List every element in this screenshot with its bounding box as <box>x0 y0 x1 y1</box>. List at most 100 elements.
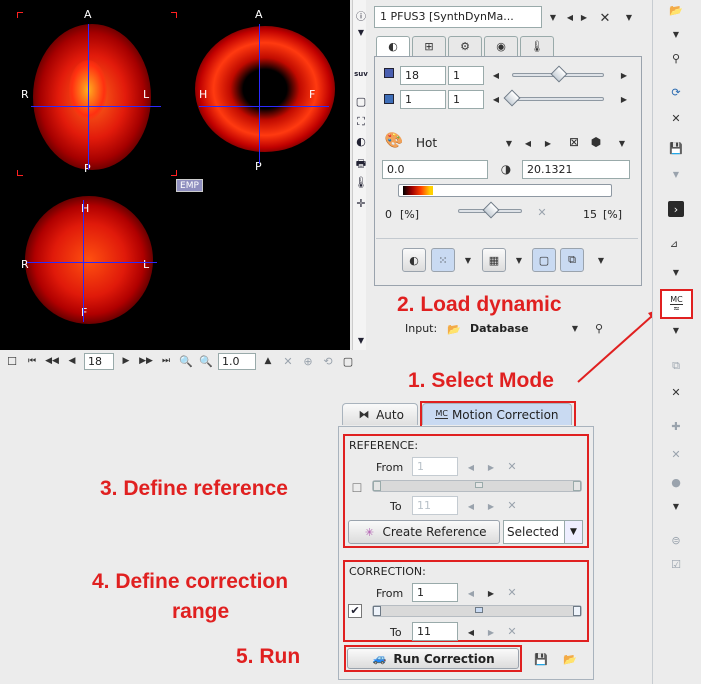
layers-icon[interactable]: ⧉ <box>668 358 684 374</box>
save-icon[interactable]: 💾 <box>668 140 684 156</box>
slice-step-input[interactable]: 1 <box>448 66 484 85</box>
chevron-down-icon[interactable]: ▼ <box>621 9 637 25</box>
crosshair-icon[interactable]: ✛ <box>353 197 369 210</box>
filter-button[interactable]: ⧉ <box>560 248 584 272</box>
frame-slider[interactable] <box>512 97 604 101</box>
suv-icon[interactable]: suv <box>353 70 369 78</box>
close-icon[interactable]: ✕ <box>597 10 613 26</box>
image-viewer[interactable]: A P R L A P H F H F R L EMP <box>0 0 350 350</box>
run-correction-button[interactable]: 🚙 Run Correction <box>347 648 519 669</box>
zoom-input[interactable]: 1.0 <box>218 352 256 370</box>
tab-thermometer[interactable]: 🌡 <box>520 36 554 56</box>
chevron-down-icon[interactable]: ▼ <box>593 252 609 268</box>
correction-range-handle-low[interactable] <box>373 606 381 616</box>
stamp-icon[interactable]: ⊜ <box>668 532 684 548</box>
triangle-up-icon[interactable]: ▲ <box>260 353 276 369</box>
remove-icon[interactable]: ✕ <box>668 446 684 462</box>
colormap-dropdown-icon[interactable]: ▼ <box>501 135 517 151</box>
reset-icon[interactable]: ⟲ <box>320 353 336 369</box>
max-value-input[interactable]: 20.1321 <box>522 160 630 179</box>
check-icon[interactable]: ☑ <box>668 556 684 572</box>
correction-range-handle-high[interactable] <box>573 606 581 616</box>
correction-to-input[interactable]: 11 <box>412 622 458 641</box>
tab-tools[interactable]: ⚙ <box>448 36 482 56</box>
image-icon[interactable]: ▢ <box>353 95 369 108</box>
reference-checkbox[interactable]: ☐ <box>349 480 365 496</box>
checkbox-icon[interactable]: ☐ <box>4 353 20 369</box>
print-icon[interactable]: 🖶 <box>353 155 369 174</box>
clear-icon[interactable]: ✕ <box>504 584 520 600</box>
roi-button[interactable]: ▢ <box>532 248 556 272</box>
pin-icon[interactable]: ⊕ <box>300 353 316 369</box>
thermometer-icon[interactable]: 🌡 <box>353 176 369 189</box>
prev-icon[interactable]: ◀ <box>463 498 479 514</box>
clear-icon[interactable]: ✕ <box>504 497 520 513</box>
motion-correction-mode-button[interactable]: MC ≈ <box>660 289 693 319</box>
min-value-input[interactable]: 0.0 <box>382 160 488 179</box>
reference-range-handle-high[interactable] <box>573 481 581 491</box>
contrast-icon[interactable]: ◐ <box>353 135 369 148</box>
viewer-scrollbar[interactable]: ⓘ ▼ suv ▢ ⛶ ◐ 🖶 🌡 ✛ ▼ <box>352 0 369 350</box>
next-icon[interactable]: ▶ <box>483 624 499 640</box>
correction-from-input[interactable]: 1 <box>412 583 458 602</box>
chevron-down-icon[interactable]: ▼ <box>668 26 684 42</box>
next-frame-icon[interactable]: ▶ <box>616 91 632 107</box>
input-source[interactable]: Database <box>470 322 529 335</box>
pin-icon[interactable]: ⚲ <box>591 320 607 336</box>
sync-icon[interactable]: ⟳ <box>668 84 684 100</box>
folder-open-icon[interactable]: 📂 <box>562 651 578 667</box>
first-frame-icon[interactable]: ⏮ <box>24 353 40 369</box>
prev-frame-icon[interactable]: ◀ <box>488 91 504 107</box>
next-icon[interactable]: ▶ <box>118 353 134 369</box>
scroll-down-icon[interactable]: ▼ <box>353 336 369 345</box>
info-icon[interactable]: ⓘ <box>353 8 369 23</box>
reference-range-thumb[interactable] <box>475 482 483 488</box>
pattern-icon[interactable]: ⊠ <box>566 134 582 150</box>
next-icon[interactable]: ▶ <box>483 498 499 514</box>
sagittal-view[interactable]: A P H F <box>185 10 350 180</box>
chevron-down-icon[interactable]: ▼ <box>668 166 684 182</box>
frame-input[interactable]: 18 <box>84 352 114 370</box>
reference-to-input[interactable]: 11 <box>412 496 458 515</box>
prev-icon[interactable]: ◀ <box>64 353 80 369</box>
dropdown-arrow-icon[interactable]: ▼ <box>545 9 561 25</box>
chevron-down-icon[interactable]: ▼ <box>668 264 684 280</box>
next-slice-icon[interactable]: ▶ <box>616 67 632 83</box>
clear-icon[interactable]: ✕ <box>534 204 550 220</box>
tab-signal[interactable]: ◉ <box>484 36 518 56</box>
chevron-down-icon[interactable]: ▼ <box>353 28 369 37</box>
next-colormap-icon[interactable]: ▶ <box>540 135 556 151</box>
chevron-down-icon[interactable]: ▼ <box>511 252 527 268</box>
tab-contrast[interactable]: ◐ <box>376 36 410 56</box>
clear-icon[interactable]: ✕ <box>504 458 520 474</box>
prev-colormap-icon[interactable]: ◀ <box>520 135 536 151</box>
slice-input[interactable]: 18 <box>400 66 446 85</box>
next-icon[interactable]: ▶ <box>483 459 499 475</box>
prev-slice-icon[interactable]: ◀ <box>488 67 504 83</box>
prev-icon[interactable]: ◀ <box>463 459 479 475</box>
next-dataset-icon[interactable]: ▶ <box>576 9 592 25</box>
layout-icon[interactable]: ▢ <box>340 353 356 369</box>
create-reference-button[interactable]: ✳ Create Reference <box>348 520 500 544</box>
terminal-icon[interactable]: › <box>668 201 684 217</box>
range-lock-icon[interactable]: ◑ <box>498 161 514 177</box>
next-icon[interactable]: ▶ <box>483 585 499 601</box>
reference-mode-select[interactable]: Selected ▼ <box>503 520 583 544</box>
last-frame-icon[interactable]: ⏭ <box>158 353 174 369</box>
overlay-button[interactable]: ▦ <box>482 248 506 272</box>
prev-icon[interactable]: ◀ <box>463 585 479 601</box>
correction-range-thumb[interactable] <box>475 607 483 613</box>
correction-checkbox[interactable]: ✔ <box>348 604 362 618</box>
prev-icon[interactable]: ◀ <box>463 624 479 640</box>
reference-from-input[interactable]: 1 <box>412 457 458 476</box>
chevron-down-icon[interactable]: ▼ <box>567 320 583 336</box>
close-icon[interactable]: ✕ <box>280 353 296 369</box>
tab-auto[interactable]: ⧓ Auto <box>342 403 418 425</box>
coronal-view[interactable]: H F R L <box>15 190 180 360</box>
tab-layout[interactable]: ⊞ <box>412 36 446 56</box>
close-icon[interactable]: ✕ <box>668 384 684 400</box>
chevron-down-icon[interactable]: ▼ <box>668 322 684 338</box>
chevron-down-icon[interactable]: ▼ <box>668 498 684 514</box>
next-fast-icon[interactable]: ▶▶ <box>138 353 154 369</box>
invert-button[interactable]: ◐ <box>402 248 426 272</box>
